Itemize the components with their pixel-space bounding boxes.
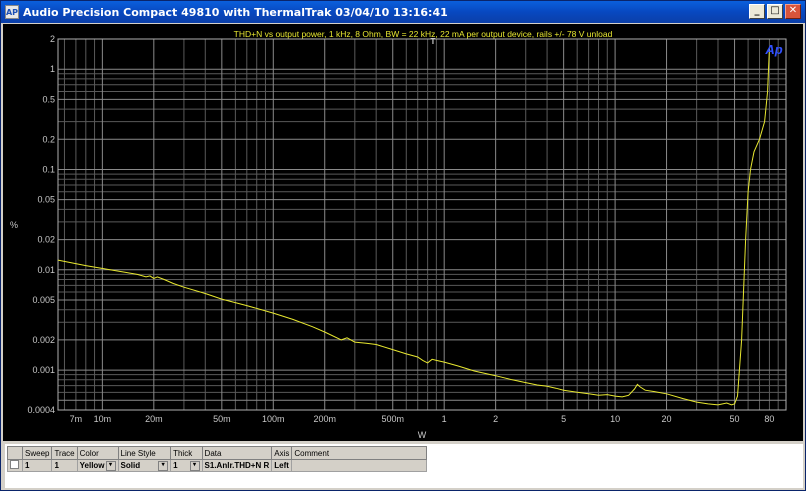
- cell-sweep[interactable]: 1: [21, 459, 53, 472]
- x-tick-label: 20m: [145, 414, 163, 424]
- x-tick-label: 20: [662, 414, 672, 424]
- window-title: Audio Precision Compact 49810 with Therm…: [23, 5, 448, 19]
- x-tick-label: 10m: [94, 414, 112, 424]
- header-thick: Thick: [170, 446, 203, 460]
- row-checkbox[interactable]: [7, 459, 23, 472]
- chevron-down-icon[interactable]: ▾: [105, 460, 116, 471]
- trace-table: Sweep Trace Color Line Style Thick Data …: [7, 446, 428, 472]
- chevron-down-icon[interactable]: ▾: [158, 460, 169, 471]
- y-tick-label: 0.002: [32, 335, 55, 345]
- chevron-down-icon[interactable]: ▾: [189, 460, 200, 471]
- x-tick-label: 50m: [213, 414, 231, 424]
- ap-logo: Ap: [764, 42, 782, 57]
- header-line-style: Line Style: [117, 446, 172, 460]
- x-tick-label: 5: [561, 414, 566, 424]
- header-comment: Comment: [291, 446, 428, 460]
- header-color: Color: [76, 446, 119, 460]
- title-bar[interactable]: AP Audio Precision Compact 49810 with Th…: [1, 1, 805, 23]
- y-tick-label: 0.1: [42, 164, 55, 174]
- y-tick-label: 0.02: [37, 235, 55, 245]
- header-data: Data: [201, 446, 273, 460]
- minimize-button[interactable]: _: [749, 4, 765, 19]
- close-button[interactable]: ✕: [785, 4, 801, 19]
- y-tick-label: 0.5: [42, 94, 55, 104]
- x-tick-label: 1: [442, 414, 447, 424]
- chart-title: THD+N vs output power, 1 kHz, 8 Ohm, BW …: [234, 29, 613, 39]
- y-tick-label: 2: [50, 34, 55, 44]
- graph-area[interactable]: 2 1 0.5 0.2 0.1 0.05 0.02 0.01 0.005 0.002 0.001 0.…: [3, 24, 803, 441]
- y-tick-label: 0.0004: [27, 405, 55, 415]
- y-tick-label: 0.2: [42, 134, 55, 144]
- thd-chart[interactable]: 2 1 0.5 0.2 0.1 0.05 0.02 0.01 0.005 0.002 0.001 0.…: [3, 24, 803, 441]
- cell-axis[interactable]: Left: [271, 459, 293, 472]
- trace-legend-panel[interactable]: Sweep Trace Color Line Style Thick Data …: [5, 444, 803, 488]
- line-style-value: Solid: [120, 460, 141, 470]
- y-axis-label: %: [10, 220, 18, 230]
- app-window: AP Audio Precision Compact 49810 with Th…: [0, 0, 806, 491]
- color-value: Yellow: [79, 460, 105, 470]
- header-axis: Axis: [271, 446, 293, 460]
- cell-thick[interactable]: 1 ▾: [170, 459, 203, 472]
- table-row[interactable]: 1 1 Yellow ▾ Solid ▾ 1 ▾ S1.Anlr.THD+N R Le…: [7, 459, 428, 472]
- x-tick-label: 80: [764, 414, 774, 424]
- cell-data[interactable]: S1.Anlr.THD+N R: [201, 459, 273, 472]
- cursor-marker[interactable]: T: [431, 37, 436, 46]
- y-tick-label: 0.01: [37, 265, 55, 275]
- x-tick-label: 2: [493, 414, 498, 424]
- x-tick-label: 7m: [70, 414, 83, 424]
- y-tick-label: 0.05: [37, 195, 55, 205]
- x-tick-label: 500m: [381, 414, 404, 424]
- maximize-button[interactable]: □: [767, 4, 783, 19]
- row-selector-header: [7, 446, 23, 460]
- cell-line-style[interactable]: Solid ▾: [117, 459, 172, 472]
- x-tick-label: 50: [730, 414, 740, 424]
- y-tick-label: 0.001: [32, 365, 55, 375]
- cell-trace[interactable]: 1: [51, 459, 78, 472]
- x-tick-label: 10: [610, 414, 620, 424]
- y-tick-label: 1: [50, 64, 55, 74]
- x-axis-label: W: [418, 430, 427, 440]
- app-logo-icon: AP: [5, 5, 19, 19]
- y-tick-label: 0.005: [32, 295, 55, 305]
- header-trace: Trace: [51, 446, 78, 460]
- header-sweep: Sweep: [21, 446, 53, 460]
- cell-color[interactable]: Yellow ▾: [76, 459, 119, 472]
- x-tick-label: 200m: [313, 414, 336, 424]
- thick-value: 1: [173, 460, 178, 470]
- x-tick-label: 100m: [262, 414, 285, 424]
- chart-background: [3, 24, 803, 441]
- cell-comment[interactable]: [291, 459, 428, 472]
